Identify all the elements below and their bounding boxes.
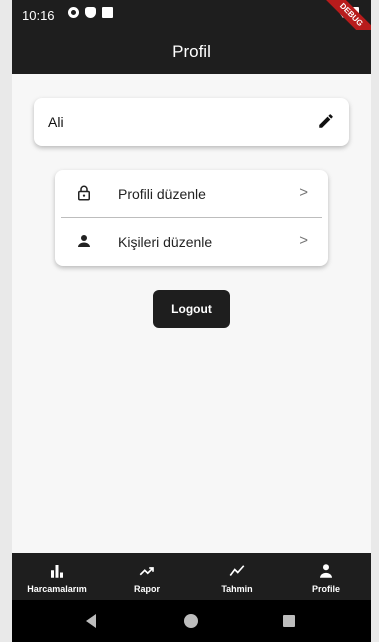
app-bar: Profil (12, 30, 371, 74)
home-icon[interactable] (184, 614, 198, 628)
nav-item-harcamalarim[interactable]: Harcamalarım (12, 553, 102, 600)
status-notification-icons (68, 7, 113, 18)
page-title: Profil (172, 42, 211, 61)
shield-icon (85, 7, 96, 18)
status-time: 10:16 (22, 8, 55, 23)
settings-icon (68, 7, 79, 18)
menu-item-label: Kişileri düzenle (118, 234, 213, 250)
profile-menu-card: Profili düzenle > Kişileri düzenle > (55, 170, 328, 266)
nav-label: Tahmin (221, 584, 253, 594)
bottom-navigation: Harcamalarım Rapor Tahmin Profile (12, 553, 371, 600)
menu-item-label: Profili düzenle (118, 186, 206, 202)
system-navigation-bar (12, 600, 371, 642)
nav-item-profile[interactable]: Profile (281, 553, 371, 600)
logout-button[interactable]: Logout (153, 290, 230, 328)
chevron-right-icon: > (299, 232, 308, 249)
menu-item-edit-contacts[interactable]: Kişileri düzenle > (55, 218, 328, 265)
person-icon (320, 564, 332, 578)
status-bar: 10:16 DEBUG (12, 0, 371, 49)
pencil-icon[interactable] (317, 112, 335, 130)
profile-name: Ali (48, 114, 64, 130)
show-chart-icon (229, 565, 245, 576)
recents-icon[interactable] (283, 615, 295, 627)
menu-item-edit-profile[interactable]: Profili düzenle > (55, 170, 328, 217)
nav-label: Rapor (133, 584, 160, 594)
chevron-right-icon: > (299, 184, 308, 201)
bar-chart-icon (51, 565, 63, 578)
person-icon (78, 235, 90, 247)
nav-item-rapor[interactable]: Rapor (102, 553, 192, 600)
lock-icon (78, 185, 90, 201)
trending-up-icon (139, 567, 154, 576)
sd-card-icon (102, 7, 113, 18)
profile-name-card: Ali (34, 98, 349, 146)
nav-label: Harcamalarım (27, 584, 87, 594)
back-icon[interactable] (86, 614, 96, 628)
phone-screen: 10:16 DEBUG Profil Ali Profili düzenle >… (12, 0, 371, 642)
nav-label: Profile (311, 584, 340, 594)
nav-item-tahmin[interactable]: Tahmin (192, 553, 282, 600)
